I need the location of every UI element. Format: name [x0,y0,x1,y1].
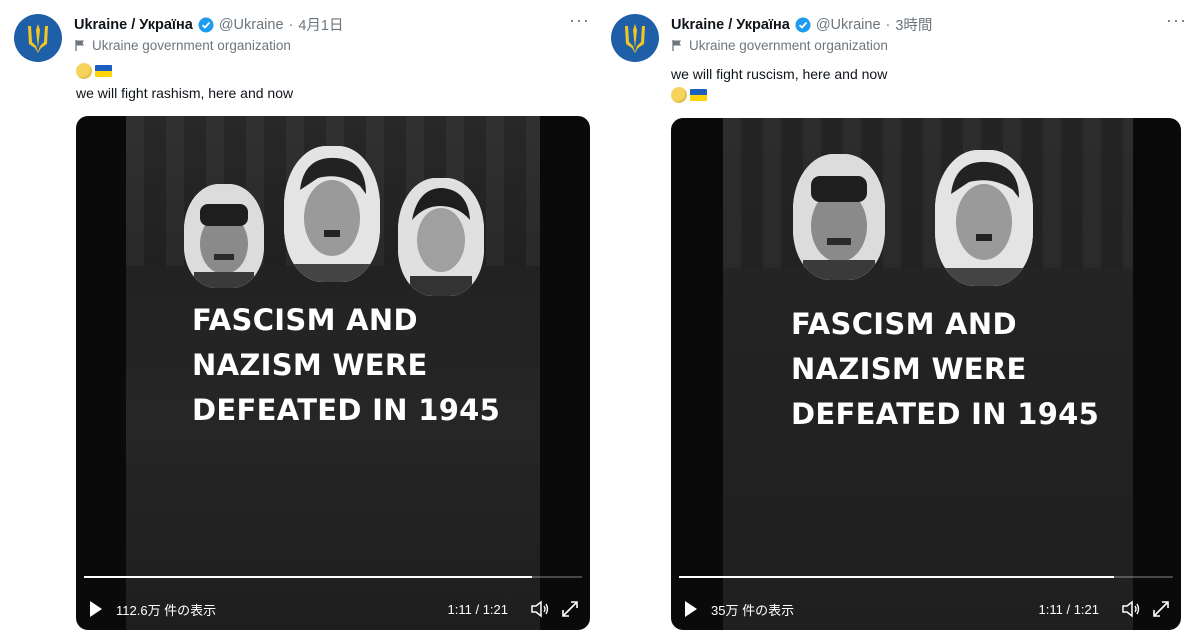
verified-badge-icon [198,17,214,32]
tweet-left[interactable]: Ukraine / Україна @Ukraine · 4月1日 ··· Uk… [6,0,596,640]
caption-line: FASCISM AND [192,303,418,337]
tweet-text: we will fight ruscism, here and now [671,66,888,82]
portrait-2 [284,146,380,282]
org-label: Ukraine government organization [671,38,888,53]
portrait-1 [793,154,885,280]
fist-emoji-icon [671,87,687,103]
volume-icon[interactable] [1121,600,1141,618]
caption-line: DEFEATED IN 1945 [791,397,1100,431]
video-controls: 112.6万 件の表示 1:11 / 1:21 [90,598,580,620]
flag-icon [75,40,84,51]
portrait-photo-icon [284,146,380,282]
fullscreen-icon[interactable] [1151,600,1171,618]
portrait-3 [398,178,484,296]
separator-dot: · [885,16,891,33]
tweet-text: we will fight rashism, here and now [76,85,294,101]
play-icon[interactable] [90,601,102,617]
more-options-icon[interactable]: ··· [1166,10,1187,31]
video-player[interactable]: FASCISM AND NAZISM WERE DEFEATED IN 1945… [671,118,1181,630]
volume-icon[interactable] [530,600,550,618]
video-caption: FASCISM AND NAZISM WERE DEFEATED IN 1945 [192,298,500,433]
portrait-photo-icon [935,150,1033,286]
account-name[interactable]: Ukraine / Україна [74,17,193,33]
portrait-2 [935,150,1033,286]
tweet-header: Ukraine / Україна @Ukraine · 3時間 [671,14,932,35]
video-player[interactable]: FASCISM AND NAZISM WERE DEFEATED IN 1945… [76,116,590,630]
portrait-photo-icon [184,184,264,288]
fist-emoji-icon [76,63,92,79]
view-count: 112.6万 件の表示 [116,602,217,618]
video-frame: FASCISM AND NAZISM WERE DEFEATED IN 1945 [723,118,1133,630]
portrait-photo-icon [398,178,484,296]
account-handle[interactable]: @Ukraine [816,17,881,33]
emoji-row [76,63,112,79]
ukraine-flag-emoji-icon [690,89,707,101]
tweet-right[interactable]: Ukraine / Україна @Ukraine · 3時間 ··· Ukr… [603,0,1193,640]
ukraine-flag-emoji-icon [95,65,112,77]
view-count: 35万 件の表示 [711,602,795,618]
emoji-row [671,87,707,103]
video-progress-fill [84,576,533,578]
video-progress-bar[interactable] [679,576,1173,578]
separator-dot: · [288,16,294,33]
video-progress-fill [679,576,1114,578]
video-duration: 1:11 / 1:21 [1038,601,1099,617]
account-name[interactable]: Ukraine / Україна [671,17,790,33]
video-controls: 35万 件の表示 1:11 / 1:21 [685,598,1171,620]
avatar[interactable] [611,14,659,62]
more-options-icon[interactable]: ··· [569,10,590,31]
tweet-header: Ukraine / Україна @Ukraine · 4月1日 [74,14,344,35]
play-icon[interactable] [685,601,697,617]
video-caption: FASCISM AND NAZISM WERE DEFEATED IN 1945 [791,302,1099,437]
org-label-text: Ukraine government organization [689,38,888,53]
verified-badge-icon [795,17,811,32]
avatar[interactable] [14,14,62,62]
trident-icon [625,24,645,53]
caption-line: NAZISM WERE [791,352,1027,386]
video-progress-bar[interactable] [84,576,582,578]
timestamp[interactable]: 4月1日 [298,14,343,35]
portrait-1 [184,184,264,288]
timestamp[interactable]: 3時間 [895,14,932,35]
org-label-text: Ukraine government organization [92,38,291,53]
caption-line: DEFEATED IN 1945 [192,393,501,427]
caption-line: NAZISM WERE [192,348,428,382]
org-label: Ukraine government organization [74,38,291,53]
video-frame: FASCISM AND NAZISM WERE DEFEATED IN 1945 [126,116,540,630]
fullscreen-icon[interactable] [560,600,580,618]
flag-icon [672,40,681,51]
caption-line: FASCISM AND [791,307,1017,341]
account-handle[interactable]: @Ukraine [219,17,284,33]
portrait-photo-icon [793,154,885,280]
trident-icon [28,24,48,53]
video-duration: 1:11 / 1:21 [447,601,508,617]
